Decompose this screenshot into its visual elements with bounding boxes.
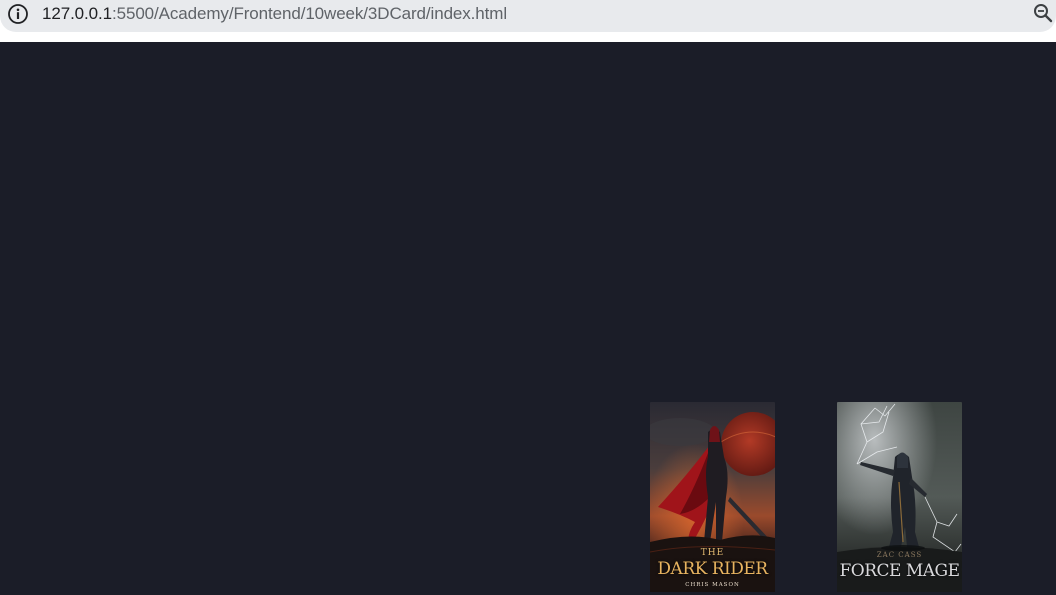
url-path: :5500/Academy/Frontend/10week/3DCard/ind… — [112, 4, 508, 23]
address-bar[interactable]: 127.0.0.1:5500/Academy/Frontend/10week/3… — [0, 0, 1056, 32]
book-card-dark-rider[interactable]: THE DARK RIDER CHRIS MASON — [650, 402, 775, 592]
page-content: THE DARK RIDER CHRIS MASON ZAC CASS FORC… — [0, 42, 1056, 595]
browser-toolbar: 127.0.0.1:5500/Academy/Frontend/10week/3… — [0, 0, 1056, 42]
card-author: ZAC CASS — [876, 551, 923, 559]
book-card-force-mage[interactable]: ZAC CASS FORCE MAGE — [837, 402, 962, 592]
card-author: CHRIS MASON — [685, 582, 740, 588]
card-title: DARK RIDER — [657, 559, 768, 579]
card-title: FORCE MAGE — [839, 561, 960, 581]
url-host: 127.0.0.1 — [42, 4, 112, 23]
card-title-prefix: THE — [700, 548, 725, 558]
zoom-out-icon[interactable] — [1032, 2, 1054, 24]
url-text[interactable]: 127.0.0.1:5500/Academy/Frontend/10week/3… — [42, 4, 507, 24]
info-icon[interactable] — [7, 3, 29, 25]
